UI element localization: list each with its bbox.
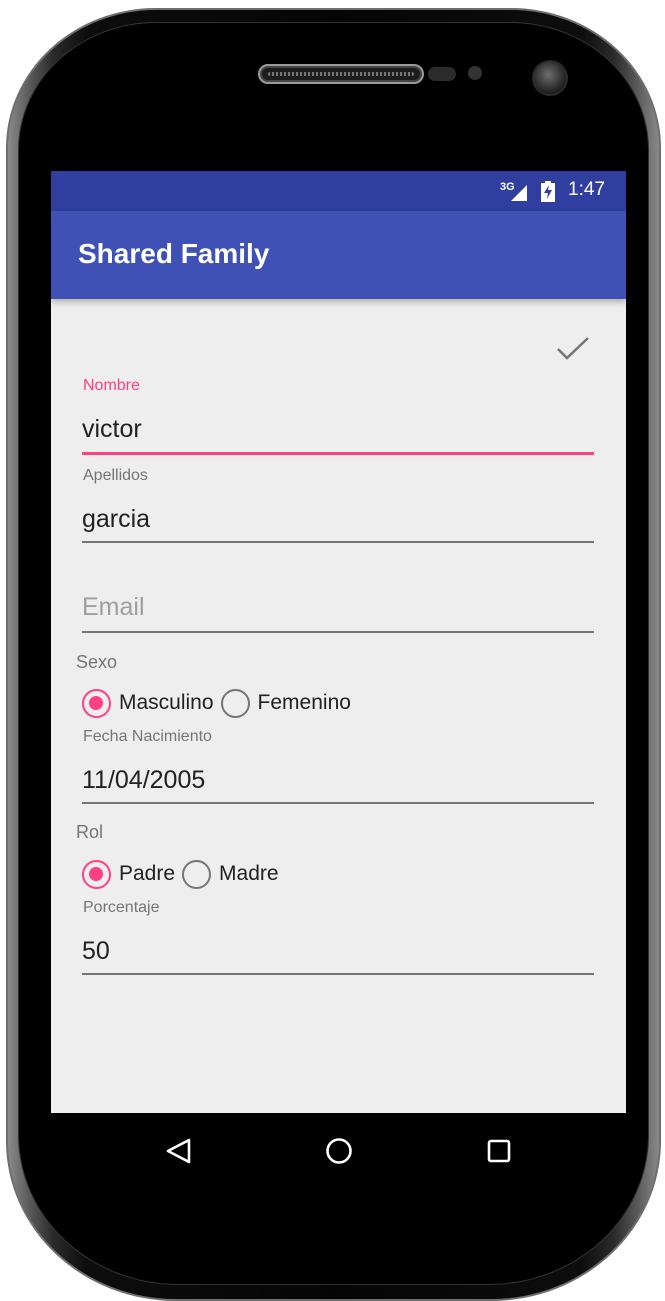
- back-triangle-icon[interactable]: [165, 1137, 193, 1165]
- status-bar: 3G 1:47: [51, 171, 626, 211]
- fecha-nacimiento-input[interactable]: 11/04/2005: [82, 766, 205, 795]
- porcentaje-label: Porcentaje: [83, 899, 160, 916]
- apellidos-label: Apellidos: [83, 467, 148, 484]
- nombre-input[interactable]: victor: [82, 415, 142, 444]
- sexo-label: Sexo: [76, 652, 118, 672]
- radio-padre-label[interactable]: Padre: [119, 862, 175, 886]
- status-clock: 1:47: [568, 179, 605, 200]
- fecha-nacimiento-underline: [82, 802, 594, 804]
- radio-madre-label[interactable]: Madre: [219, 862, 279, 886]
- porcentaje-underline: [82, 973, 594, 975]
- nombre-label: Nombre: [83, 377, 140, 394]
- sexo-radio-group: Masculino Femenino: [82, 687, 358, 719]
- fecha-nacimiento-label: Fecha Nacimiento: [83, 728, 212, 745]
- app-toolbar: Shared Family: [51, 211, 626, 299]
- system-nav-bar: [51, 1113, 626, 1187]
- porcentaje-input[interactable]: 50: [82, 937, 110, 966]
- front-camera: [532, 60, 568, 96]
- apellidos-underline: [82, 541, 594, 543]
- recents-square-icon[interactable]: [485, 1137, 513, 1165]
- apellidos-input[interactable]: garcia: [82, 505, 150, 534]
- earpiece-speaker: [258, 64, 424, 84]
- radio-masculino-label[interactable]: Masculino: [119, 691, 214, 715]
- email-underline: [82, 631, 594, 633]
- nombre-underline: [82, 452, 594, 455]
- rol-radio-group: Padre Madre: [82, 858, 286, 890]
- radio-femenino[interactable]: [220, 688, 250, 718]
- app-title: Shared Family: [78, 238, 270, 269]
- battery-charging-icon: [541, 181, 555, 202]
- radio-padre[interactable]: [82, 859, 111, 889]
- rol-label: Rol: [76, 822, 104, 842]
- email-input[interactable]: Email: [82, 593, 145, 622]
- radio-femenino-label[interactable]: Femenino: [258, 691, 351, 715]
- light-sensor: [468, 66, 482, 80]
- home-circle-icon[interactable]: [325, 1137, 353, 1165]
- check-icon[interactable]: [556, 337, 590, 361]
- signal-strength-icon: [511, 185, 527, 201]
- proximity-sensor: [428, 67, 456, 81]
- radio-madre[interactable]: [182, 859, 212, 889]
- device-screen: 3G 1:47 Shared Family Nombre victor Apel…: [51, 171, 626, 1187]
- radio-masculino[interactable]: [82, 688, 111, 718]
